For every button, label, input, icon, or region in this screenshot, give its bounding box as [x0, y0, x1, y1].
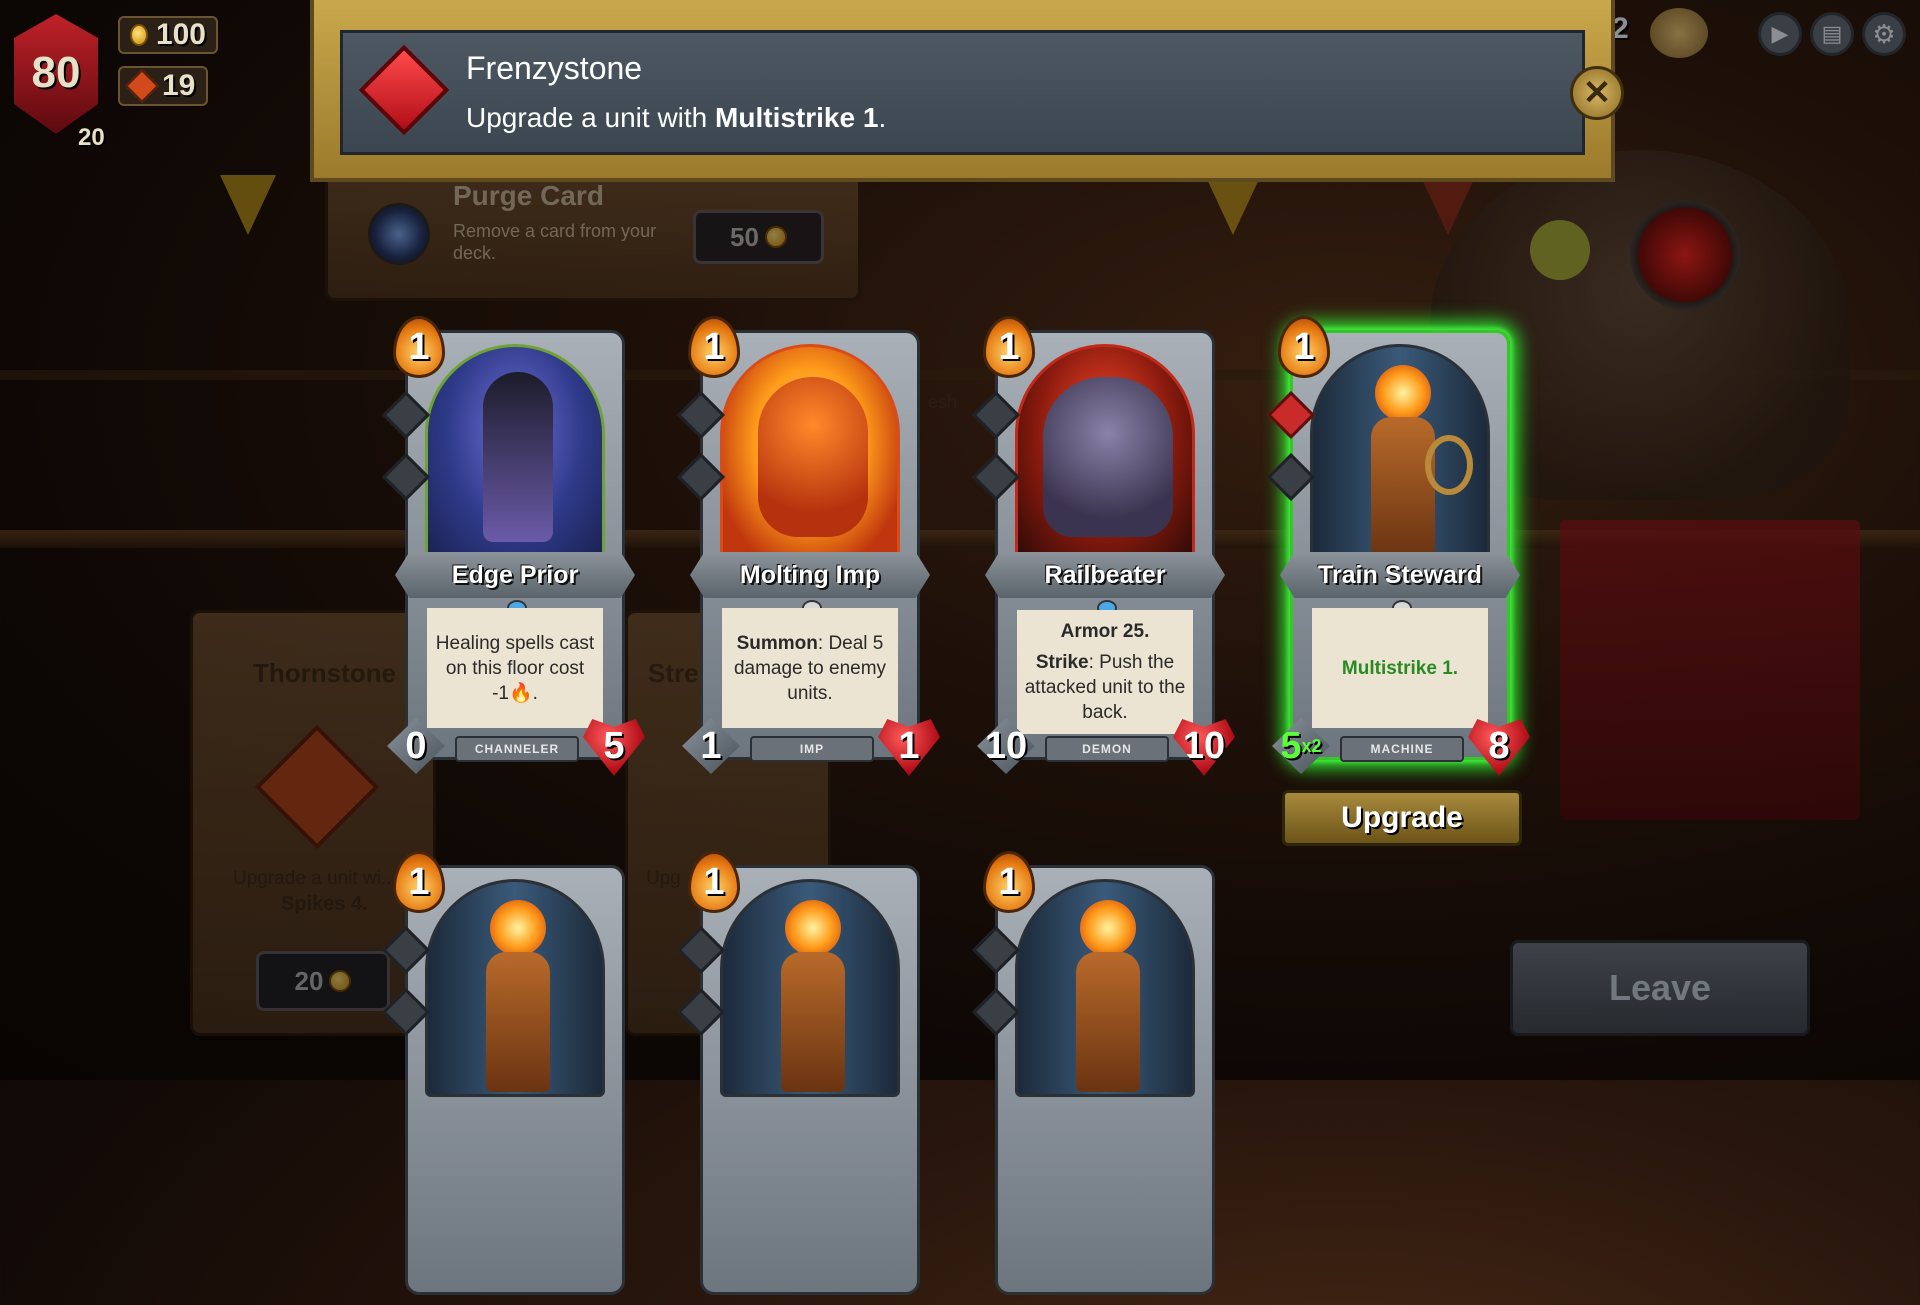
banner-desc-bold: Multistrike 1 [715, 102, 879, 133]
close-button[interactable]: ✕ [1570, 66, 1624, 120]
steward-body [1371, 417, 1435, 557]
coin-icon [130, 24, 148, 46]
banner-description: Upgrade a unit with Multistrike 1. [466, 102, 886, 134]
flame-head [1375, 365, 1431, 421]
card-art [425, 879, 605, 1097]
desc-armor: Armor 25. [1060, 621, 1150, 642]
card-train-steward-copy[interactable]: 1 [971, 851, 1225, 1305]
card-stats: 0 CHANNELER 5 [387, 718, 645, 776]
steward-body [486, 952, 550, 1092]
card-train-steward-copy[interactable]: 1 [676, 851, 930, 1305]
card-molting-imp[interactable]: Molting Imp Summon: Deal 5 damage to ene… [676, 316, 940, 776]
desc-keyword: Strike [1035, 652, 1089, 673]
card-name: Molting Imp [690, 552, 930, 598]
card-description: Healing spells cast on this floor cost -… [427, 608, 603, 728]
gold-counter: 100 [118, 16, 218, 54]
flame-head [490, 900, 546, 956]
card-art [720, 879, 900, 1097]
steward-body [1076, 952, 1140, 1092]
imp-figure [758, 377, 868, 537]
card-stats: 10 DEMON 10 [977, 718, 1235, 776]
hooded-figure [483, 372, 553, 542]
card-stats: 5 x2 MACHINE 8 [1272, 718, 1530, 776]
settings-gear-icon[interactable]: ⚙ [1862, 12, 1906, 56]
card-edge-prior[interactable]: Edge Prior Healing spells cast on this f… [381, 316, 645, 776]
item-banner-inner [340, 30, 1585, 155]
card-art [1015, 344, 1195, 562]
crystal-counter: 19 [118, 66, 208, 106]
card-description: Armor 25. Strike: Push the attacked unit… [1017, 610, 1193, 734]
desc-keyword: Summon [736, 632, 818, 654]
clan-emblem-icon[interactable] [1650, 8, 1708, 58]
card-art [1015, 879, 1195, 1097]
player-sub-value: 20 [78, 124, 105, 151]
desc-text: Summon: Deal 5 damage to enemy units. [722, 631, 898, 706]
steward-body [781, 952, 845, 1092]
banner-title: Frenzystone [466, 50, 643, 86]
card-railbeater[interactable]: Railbeater Armor 25. Strike: Push the at… [971, 316, 1235, 776]
card-description: Summon: Deal 5 damage to enemy units. [722, 608, 898, 728]
leave-button[interactable]: Leave [1510, 940, 1810, 1036]
flame-head [785, 900, 841, 956]
desc-line: -1🔥. [492, 682, 538, 704]
card-description: Multistrike 1. [1312, 608, 1488, 728]
desc-line: on this floor cost [445, 657, 585, 679]
fast-forward-icon[interactable]: ▶ [1758, 12, 1802, 56]
card-type: CHANNELER [455, 736, 579, 762]
banner-desc-prefix: Upgrade a unit with [466, 102, 716, 133]
card-art [425, 344, 605, 562]
demon-figure [1043, 377, 1173, 537]
upgrade-button[interactable]: Upgrade [1282, 790, 1522, 846]
card-train-steward-copy[interactable]: 1 [381, 851, 635, 1305]
card-attack-mult: x2 [1301, 735, 1322, 756]
card-attack-value: 5 [1280, 724, 1302, 767]
card-name: Edge Prior [395, 552, 635, 598]
desc-line: Healing spells cast [435, 632, 595, 654]
deck-icon[interactable]: ▤ [1810, 12, 1854, 56]
card-name: Railbeater [985, 552, 1225, 598]
crystal-value: 19 [162, 69, 196, 102]
player-health-value: 80 [31, 48, 81, 97]
card-art [1310, 344, 1490, 562]
card-type: MACHINE [1340, 736, 1464, 762]
card-type: DEMON [1045, 736, 1169, 762]
card-art [720, 344, 900, 562]
desc-multistrike: Multistrike 1. [1341, 657, 1459, 679]
banner-desc-suffix: . [878, 102, 887, 133]
gold-value: 100 [155, 18, 206, 51]
card-type: IMP [750, 736, 874, 762]
flame-head [1080, 900, 1136, 956]
card-name: Train Steward [1280, 552, 1520, 598]
crystal-icon [125, 69, 159, 103]
desc-line: Armor 25. [1061, 619, 1150, 644]
card-train-steward[interactable]: Train Steward Multistrike 1. 1 5 x2 MACHI… [1266, 316, 1530, 776]
card-stats: 1 IMP 1 [682, 718, 940, 776]
wheel-shield [1425, 435, 1473, 495]
desc-text: Strike: Push the attacked unit to the ba… [1017, 650, 1193, 725]
